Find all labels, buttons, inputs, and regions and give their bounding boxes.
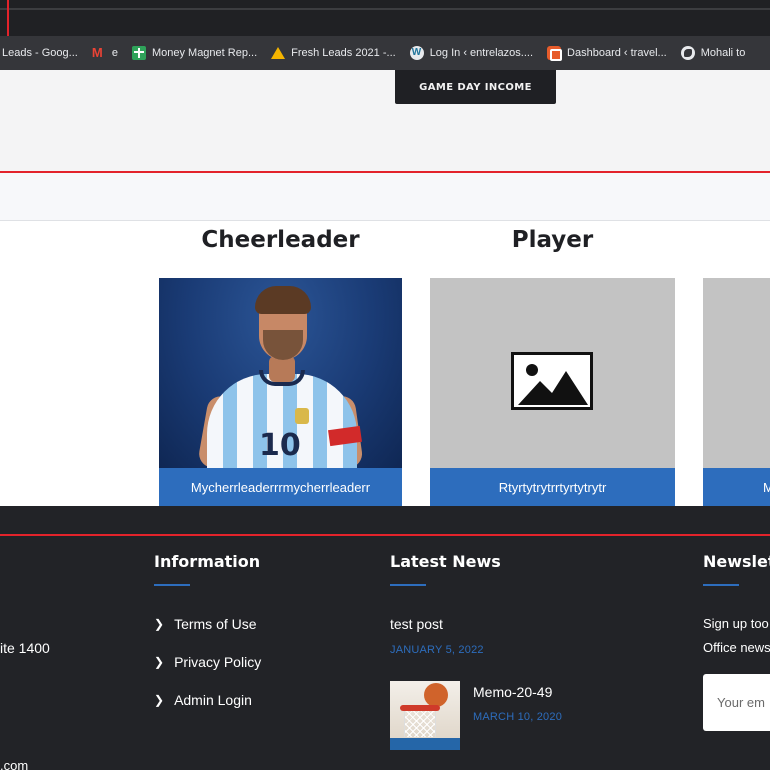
card-name-label[interactable]: Rtyrtytrytrrtyrtytrytr: [430, 468, 675, 506]
tab-strip-divider: [0, 8, 770, 10]
news-post-date: JANUARY 5, 2022: [390, 644, 484, 656]
privacy-policy-link[interactable]: ❯ Privacy Policy: [154, 654, 261, 670]
bookmark-money-magnet[interactable]: Money Magnet Rep...: [131, 46, 258, 60]
bookmark-label: Log In ‹ entrelazos....: [429, 47, 534, 59]
bookmark-dashboard[interactable]: Dashboard ‹ travel...: [547, 46, 667, 61]
card-title-cheerleader: Cheerleader: [201, 227, 360, 253]
bookmark-mohali[interactable]: Mohali to: [680, 46, 746, 60]
chevron-right-icon: ❯: [154, 617, 165, 631]
link-label: Terms of Use: [174, 616, 257, 632]
browser-tab-strip: [0, 0, 770, 52]
bookmark-gmail[interactable]: M e: [92, 46, 118, 60]
footer-address-fragment: ite 1400: [0, 640, 50, 656]
card-name-label[interactable]: M: [703, 468, 770, 506]
newsletter-text: Office news: [703, 640, 770, 655]
game-day-income-button[interactable]: GAME DAY INCOME: [395, 70, 556, 104]
bookmark-label: e: [111, 47, 118, 59]
bookmark-login[interactable]: Log In ‹ entrelazos....: [409, 46, 534, 60]
dashboard-icon: [547, 46, 563, 61]
selection-outline: [0, 534, 770, 536]
partial-card[interactable]: M: [703, 278, 770, 506]
heading-underline: [390, 584, 426, 586]
admin-login-link[interactable]: ❯ Admin Login: [154, 692, 252, 708]
news-thumbnail[interactable]: [390, 681, 460, 750]
cheerleader-card[interactable]: 10 Mycherrleaderrrmycherrleaderr: [159, 278, 402, 506]
heading-underline: [703, 584, 739, 586]
latest-news-heading: Latest News: [390, 552, 501, 571]
chevron-right-icon: ❯: [154, 655, 165, 669]
chevron-right-icon: ❯: [154, 693, 165, 707]
google-drive-icon: [271, 47, 286, 59]
newsletter-heading: Newslet: [703, 552, 770, 571]
wordpress-icon: [409, 46, 424, 60]
gmail-icon: M: [91, 45, 103, 60]
bookmark-label: Leads - Goog...: [2, 47, 78, 59]
bookmark-label: Mohali to: [700, 47, 746, 59]
player-photo: 10: [159, 278, 402, 484]
bookmark-fresh-leads[interactable]: Fresh Leads 2021 -...: [271, 47, 396, 59]
cards-section: Cheerleader Player 10 Mycherrleaderrrmyc…: [0, 221, 770, 506]
card-title-player: Player: [511, 227, 594, 253]
newsletter-text: Sign up too: [703, 616, 769, 631]
news-post-title[interactable]: Memo-20-49: [473, 684, 552, 700]
news-post-title[interactable]: test post: [390, 616, 443, 632]
card-name-label[interactable]: Mycherrleaderrrmycherrleaderr: [159, 468, 402, 506]
bookmark-leads[interactable]: Leads - Goog...: [2, 47, 78, 59]
bookmarks-bar: Leads - Goog... M e Money Magnet Rep... …: [0, 36, 770, 70]
news-post-date: MARCH 10, 2020: [473, 711, 563, 723]
money-magnet-icon: [131, 46, 146, 60]
bookmark-label: Fresh Leads 2021 -...: [291, 47, 396, 59]
bookmark-label: Money Magnet Rep...: [151, 47, 258, 59]
section-divider-strip: [0, 173, 770, 221]
browser-viewport: Leads - Goog... M e Money Magnet Rep... …: [0, 0, 770, 770]
player-card[interactable]: Rtyrtytrytrrtyrtytrytr: [430, 278, 675, 506]
information-heading: Information: [154, 552, 261, 571]
site-footer: ite 1400 .com Information ❯ Terms of Use…: [0, 506, 770, 770]
globe-icon: [680, 46, 695, 60]
bookmark-label: Dashboard ‹ travel...: [567, 47, 667, 59]
image-placeholder-icon: [511, 352, 593, 410]
footer-email-fragment: .com: [0, 758, 29, 770]
link-label: Privacy Policy: [174, 654, 262, 670]
terms-of-use-link[interactable]: ❯ Terms of Use: [154, 616, 257, 632]
newsletter-email-input[interactable]: Your em: [703, 674, 770, 731]
hero-section: GAME DAY INCOME: [0, 70, 770, 172]
link-label: Admin Login: [174, 692, 252, 708]
heading-underline: [154, 584, 190, 586]
